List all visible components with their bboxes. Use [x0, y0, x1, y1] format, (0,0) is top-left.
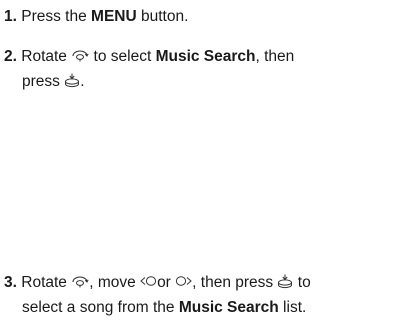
step-text: to	[297, 274, 311, 291]
step-text: , then press	[192, 274, 274, 291]
step-1: 1. Press the MENU button.	[4, 4, 416, 29]
interface-dial-rotate-icon	[71, 274, 89, 288]
interface-dial-rotate-icon	[71, 48, 89, 62]
step-text: list.	[278, 299, 307, 316]
music-search-keyword: Music Search	[178, 299, 279, 316]
step-text: Press the	[21, 8, 92, 25]
step-text: Rotate	[21, 274, 67, 291]
menu-keyword: MENU	[91, 8, 137, 25]
step-text: select a song from the	[22, 299, 179, 316]
interface-dial-press-icon	[64, 73, 80, 88]
step-2: 2. Rotate to select Music Search, then p…	[4, 44, 416, 94]
step-continuation: select a song from the Music Search list…	[4, 295, 416, 320]
interface-dial-move-left-icon	[140, 275, 157, 287]
step-text: , then	[255, 48, 295, 65]
step-text: button.	[136, 8, 189, 25]
interface-dial-press-icon	[277, 274, 293, 289]
step-text: press	[22, 73, 60, 90]
step-number: 3.	[4, 274, 17, 291]
step-3: 3. Rotate , move or , then press to sele…	[4, 270, 416, 320]
step-text: to select	[93, 48, 156, 65]
step-number: 1.	[4, 8, 17, 25]
step-text: , move	[89, 274, 136, 291]
step-continuation: press .	[4, 69, 416, 94]
step-text: or	[157, 274, 171, 291]
interface-dial-move-right-icon	[175, 275, 192, 287]
music-search-keyword: Music Search	[155, 48, 256, 65]
step-text: Rotate	[21, 48, 67, 65]
step-number: 2.	[4, 48, 17, 65]
step-text: .	[80, 73, 85, 90]
